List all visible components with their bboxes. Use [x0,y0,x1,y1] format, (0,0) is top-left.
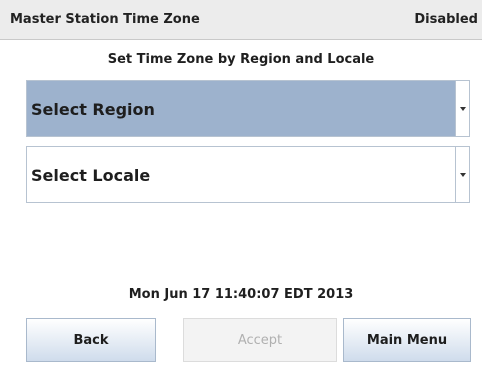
main-menu-button[interactable]: Main Menu [343,318,471,362]
region-dropdown-button[interactable] [455,81,469,136]
chevron-down-icon [459,106,466,111]
back-button[interactable]: Back [26,318,156,362]
title-bar: Master Station Time Zone Disabled [0,0,482,40]
accept-button[interactable]: Accept [183,318,337,362]
region-select-label: Select Region [31,100,155,119]
locale-dropdown-button[interactable] [455,147,469,202]
locale-select[interactable]: Select Locale [26,146,470,203]
region-select[interactable]: Select Region [26,80,470,137]
status-label: Disabled [414,12,478,27]
section-heading: Set Time Zone by Region and Locale [107,52,375,67]
locale-select-label: Select Locale [31,166,151,185]
page-title: Master Station Time Zone [10,12,200,27]
chevron-down-icon [459,172,466,177]
current-datetime: Mon Jun 17 11:40:07 EDT 2013 [128,287,354,302]
